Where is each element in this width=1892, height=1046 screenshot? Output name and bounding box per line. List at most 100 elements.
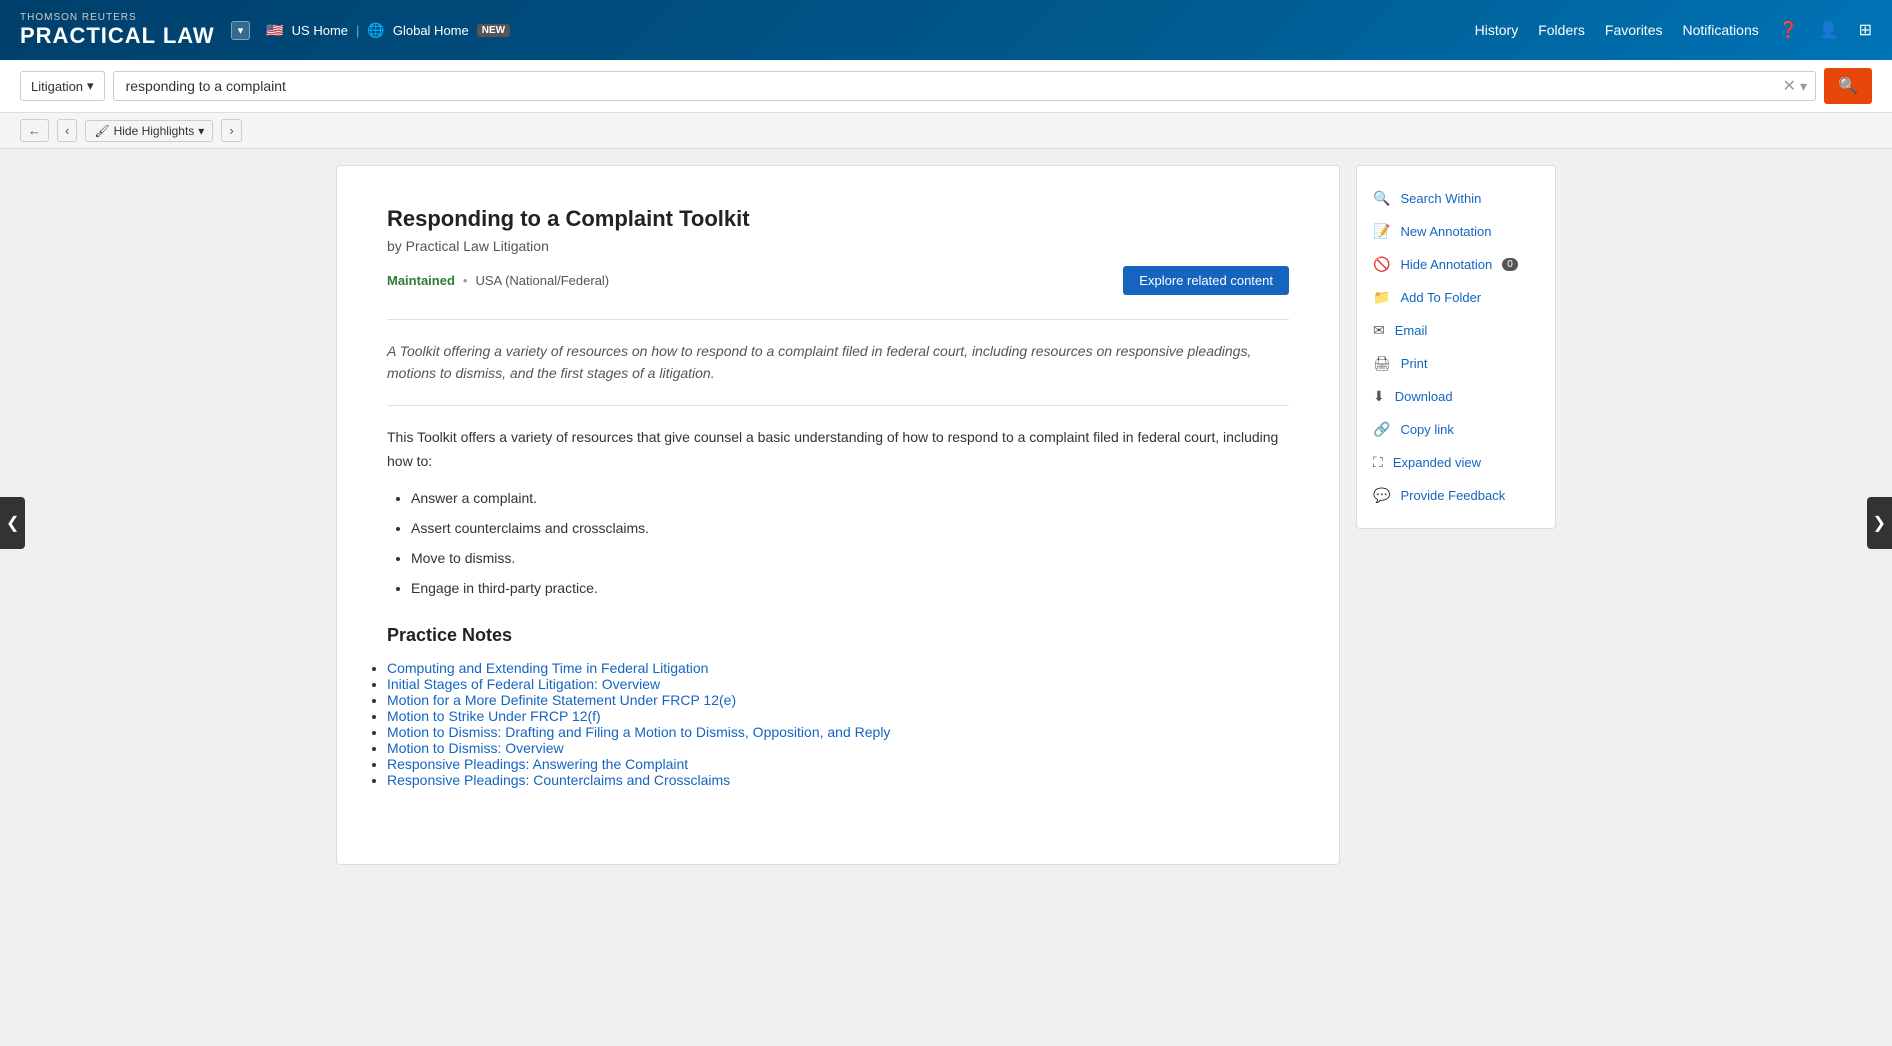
sidebar-item-hide-annotation[interactable]: 🚫 Hide Annotation 0 xyxy=(1357,248,1555,281)
practice-note-link-3[interactable]: Motion to Strike Under FRCP 12(f) xyxy=(387,708,601,724)
list-item: Motion to Strike Under FRCP 12(f) xyxy=(387,708,1289,724)
search-filter-dropdown[interactable]: Litigation ▾ xyxy=(20,71,105,101)
list-item: Responsive Pleadings: Answering the Comp… xyxy=(387,756,1289,772)
maintained-badge: Maintained xyxy=(387,273,455,288)
bullet-list: Answer a complaint. Assert counterclaims… xyxy=(411,487,1289,600)
prev-highlight-button[interactable]: ‹ xyxy=(57,119,77,142)
new-badge: NEW xyxy=(477,24,510,37)
favorites-link[interactable]: Favorites xyxy=(1605,22,1663,38)
practical-law-logo: PRACTICAL LAW xyxy=(20,23,215,49)
meta-dot: • xyxy=(463,273,468,288)
document-body: This Toolkit offers a variety of resourc… xyxy=(387,426,1289,601)
expanded-view-icon: ⛶ xyxy=(1373,454,1383,471)
sidebar-item-print[interactable]: 🖨 Print xyxy=(1357,347,1555,380)
sidebar-item-add-to-folder[interactable]: 📁 Add To Folder xyxy=(1357,281,1555,314)
feedback-icon: 💬 xyxy=(1373,487,1390,504)
sidebar-item-new-annotation[interactable]: 📝 New Annotation xyxy=(1357,215,1555,248)
thomson-reuters-label: THOMSON REUTERS xyxy=(20,12,215,23)
sidebar-item-provide-feedback[interactable]: 💬 Provide Feedback xyxy=(1357,479,1555,512)
explore-related-button[interactable]: Explore related content xyxy=(1123,266,1289,295)
list-item: Motion for a More Definite Statement Und… xyxy=(387,692,1289,708)
print-icon: 🖨 xyxy=(1373,355,1391,372)
body-intro: This Toolkit offers a variety of resourc… xyxy=(387,426,1289,474)
practice-note-link-2[interactable]: Motion for a More Definite Statement Und… xyxy=(387,692,736,708)
search-within-icon: 🔍 xyxy=(1373,190,1390,207)
practice-notes-title: Practice Notes xyxy=(387,625,1289,646)
annotation-count-badge: 0 xyxy=(1502,258,1518,271)
add-to-folder-label: Add To Folder xyxy=(1400,290,1481,305)
highlights-icon: 🖌 xyxy=(94,124,109,138)
search-within-label: Search Within xyxy=(1400,191,1481,206)
help-icon[interactable]: ❓ xyxy=(1779,20,1799,40)
document-title: Responding to a Complaint Toolkit xyxy=(387,206,1289,232)
right-panel-button[interactable]: ❯ xyxy=(1867,497,1892,549)
doc-meta-left: Maintained • USA (National/Federal) xyxy=(387,273,609,288)
add-to-folder-icon: 📁 xyxy=(1373,289,1390,306)
practice-note-link-7[interactable]: Responsive Pleadings: Counterclaims and … xyxy=(387,772,730,788)
practice-note-link-0[interactable]: Computing and Extending Time in Federal … xyxy=(387,660,708,676)
list-item: Engage in third-party practice. xyxy=(411,577,1289,601)
sidebar-item-download[interactable]: ⬇ Download xyxy=(1357,380,1555,413)
search-chevron-icon[interactable]: ▾ xyxy=(1800,78,1807,95)
search-filter-arrow: ▾ xyxy=(87,78,94,94)
search-clear-icon[interactable]: ✕ xyxy=(1783,76,1796,96)
history-link[interactable]: History xyxy=(1475,22,1519,38)
sidebar-item-email[interactable]: ✉ Email xyxy=(1357,314,1555,347)
global-home-link[interactable]: Global Home xyxy=(393,23,469,38)
provide-feedback-label: Provide Feedback xyxy=(1400,488,1505,503)
sidebar-item-copy-link[interactable]: 🔗 Copy link xyxy=(1357,413,1555,446)
folders-link[interactable]: Folders xyxy=(1538,22,1585,38)
practice-note-link-6[interactable]: Responsive Pleadings: Answering the Comp… xyxy=(387,756,688,772)
logo-dropdown-btn[interactable]: ▾ xyxy=(231,21,251,40)
globe-icon: 🌐 xyxy=(367,22,384,39)
search-bar: Litigation ▾ ✕ ▾ 🔍 xyxy=(0,60,1892,113)
us-flag-icon: 🇺🇸 xyxy=(266,22,283,39)
search-submit-button[interactable]: 🔍 xyxy=(1824,68,1872,104)
list-item: Assert counterclaims and crossclaims. xyxy=(411,517,1289,541)
jurisdiction-label: USA (National/Federal) xyxy=(475,273,609,288)
email-icon: ✉ xyxy=(1373,322,1385,339)
new-annotation-icon: 📝 xyxy=(1373,223,1390,240)
list-item: Responsive Pleadings: Counterclaims and … xyxy=(387,772,1289,788)
sidebar-item-search-within[interactable]: 🔍 Search Within xyxy=(1357,182,1555,215)
divider-2 xyxy=(387,405,1289,406)
list-item: Move to dismiss. xyxy=(411,547,1289,571)
apps-icon[interactable]: ⊞ xyxy=(1859,20,1872,40)
content-area: Responding to a Complaint Toolkit by Pra… xyxy=(336,165,1340,865)
download-label: Download xyxy=(1395,389,1453,404)
document-author: by Practical Law Litigation xyxy=(387,238,1289,254)
practice-note-link-4[interactable]: Motion to Dismiss: Drafting and Filing a… xyxy=(387,724,890,740)
highlights-arrow: ▾ xyxy=(198,124,204,138)
region-links: 🇺🇸 US Home | 🌐 Global Home NEW xyxy=(266,22,510,39)
print-label: Print xyxy=(1401,356,1428,371)
divider-1 xyxy=(387,319,1289,320)
list-item: Motion to Dismiss: Overview xyxy=(387,740,1289,756)
practice-notes-list: Computing and Extending Time in Federal … xyxy=(387,660,1289,788)
user-icon[interactable]: 👤 xyxy=(1819,20,1839,40)
logo-area: THOMSON REUTERS PRACTICAL LAW xyxy=(20,12,215,49)
hide-highlights-button[interactable]: 🖌 Hide Highlights ▾ xyxy=(85,120,213,142)
hide-highlights-label: Hide Highlights xyxy=(114,124,195,138)
hide-annotation-label: Hide Annotation xyxy=(1400,257,1492,272)
back-button[interactable]: ← xyxy=(20,119,49,142)
practice-note-link-5[interactable]: Motion to Dismiss: Overview xyxy=(387,740,564,756)
document-meta: Maintained • USA (National/Federal) Expl… xyxy=(387,266,1289,295)
download-icon: ⬇ xyxy=(1373,388,1385,405)
list-item: Motion to Dismiss: Drafting and Filing a… xyxy=(387,724,1289,740)
search-filter-label: Litigation xyxy=(31,79,83,94)
left-panel-button[interactable]: ❮ xyxy=(0,497,25,549)
next-highlight-button[interactable]: › xyxy=(221,119,241,142)
copy-link-label: Copy link xyxy=(1400,422,1453,437)
search-input[interactable] xyxy=(122,72,1783,100)
notifications-link[interactable]: Notifications xyxy=(1682,22,1758,38)
header-left: THOMSON REUTERS PRACTICAL LAW ▾ 🇺🇸 US Ho… xyxy=(20,12,510,49)
copy-link-icon: 🔗 xyxy=(1373,421,1390,438)
sidebar-item-expanded-view[interactable]: ⛶ Expanded view xyxy=(1357,446,1555,479)
main-layout: Responding to a Complaint Toolkit by Pra… xyxy=(316,165,1576,865)
us-home-link[interactable]: US Home xyxy=(292,23,348,38)
practice-note-link-1[interactable]: Initial Stages of Federal Litigation: Ov… xyxy=(387,676,660,692)
action-sidebar: 🔍 Search Within 📝 New Annotation 🚫 Hide … xyxy=(1356,165,1556,529)
right-arrow-icon: ❯ xyxy=(1873,515,1886,532)
header-nav: History Folders Favorites Notifications … xyxy=(1475,20,1872,40)
email-label: Email xyxy=(1395,323,1428,338)
